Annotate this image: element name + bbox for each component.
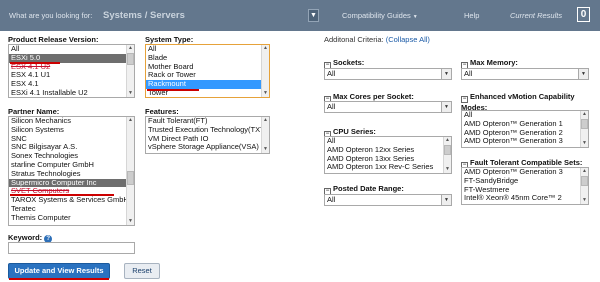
scroll-up-icon[interactable]: ▲ — [262, 45, 269, 52]
scrollbar[interactable]: ▲ ▼ — [261, 117, 269, 153]
product-release-label: Product Release Version: — [8, 35, 99, 44]
scroll-thumb[interactable] — [127, 171, 134, 185]
sockets-value: All — [327, 69, 336, 78]
features-listbox[interactable]: Fault Tolerant(FT) Trusted Execution Tec… — [145, 116, 270, 154]
scrollbar[interactable]: ▲ ▼ — [580, 168, 588, 204]
scroll-down-icon[interactable]: ▼ — [581, 197, 588, 204]
scroll-thumb[interactable] — [127, 53, 134, 65]
scroll-thumb[interactable] — [581, 176, 588, 186]
scroll-up-icon[interactable]: ▲ — [444, 137, 451, 144]
list-item[interactable]: AMD Opteron™ Generation 3 — [462, 137, 588, 146]
cpu-series-listbox[interactable]: All AMD Opteron 12xx Series AMD Opteron … — [324, 136, 452, 174]
scroll-up-icon[interactable]: ▲ — [262, 117, 269, 124]
scrollbar[interactable]: ▲ ▼ — [580, 111, 588, 147]
list-item[interactable]: Silicon Systems — [9, 125, 134, 135]
help-link[interactable]: Help — [464, 11, 479, 20]
evc-modes-header[interactable]: − Enhanced vMotion Capability Modes: — [461, 92, 597, 112]
chevron-down-icon[interactable]: ▼ — [441, 102, 451, 112]
minus-icon[interactable]: − — [461, 96, 468, 103]
scroll-up-icon[interactable]: ▲ — [581, 111, 588, 118]
list-item[interactable]: Themis Computer — [9, 213, 134, 223]
chevron-down-icon: ▼ — [310, 12, 317, 19]
criteria-title-text: Additonal Criteria: — [324, 35, 384, 44]
scroll-down-icon[interactable]: ▼ — [444, 166, 451, 173]
chevron-down-icon[interactable]: ▼ — [441, 195, 451, 205]
chevron-down-icon[interactable]: ▼ — [441, 69, 451, 79]
max-cores-value: All — [327, 102, 336, 111]
list-item[interactable]: Intel® Xeon® 45nm Core™ 2 — [462, 194, 588, 203]
cpu-series-label: CPU Series: — [333, 127, 376, 136]
search-category-value[interactable]: Systems / Servers — [103, 10, 185, 21]
partner-name-label: Partner Name: — [8, 107, 60, 116]
scrollbar[interactable]: ▲ ▼ — [261, 45, 269, 97]
scroll-up-icon[interactable]: ▲ — [127, 117, 134, 124]
posted-date-label: Posted Date Range: — [333, 184, 404, 193]
evc-modes-label: Enhanced vMotion Capability Modes: — [461, 92, 575, 112]
max-memory-value: All — [464, 69, 473, 78]
reset-button[interactable]: Reset — [124, 263, 160, 279]
sockets-label: Sockets: — [333, 58, 365, 67]
features-label: Features: — [145, 107, 179, 116]
collapse-all-link[interactable]: (Collapse All) — [386, 35, 430, 44]
scrollbar[interactable]: ▲ ▼ — [443, 137, 451, 173]
scroll-down-icon[interactable]: ▼ — [127, 218, 134, 225]
chevron-down-icon: ▼ — [412, 14, 418, 20]
evc-modes-listbox[interactable]: All AMD Opteron™ Generation 1 AMD Optero… — [461, 110, 589, 148]
compatibility-guides-label: Compatibility Guides — [342, 11, 411, 20]
chevron-down-icon[interactable]: ▼ — [578, 69, 588, 79]
current-results-label: Current Results — [510, 11, 563, 20]
partner-name-listbox[interactable]: Silicon Mechanics Silicon Systems SNC SN… — [8, 116, 135, 226]
product-release-listbox[interactable]: All ESXi 5.0 ESX 4.1 U2 ESX 4.1 U1 ESX 4… — [8, 44, 135, 98]
max-memory-label: Max Memory: — [470, 58, 518, 67]
annotation-underline — [147, 89, 199, 91]
scroll-down-icon[interactable]: ▼ — [127, 90, 134, 97]
max-cores-select[interactable]: All ▼ — [324, 101, 452, 113]
scroll-up-icon[interactable]: ▲ — [581, 168, 588, 175]
scrollbar[interactable]: ▲ ▼ — [126, 117, 134, 225]
search-prompt: What are you looking for: — [9, 11, 93, 20]
posted-date-select[interactable]: All ▼ — [324, 194, 452, 206]
scroll-up-icon[interactable]: ▲ — [127, 45, 134, 52]
compatibility-guides-link[interactable]: Compatibility Guides ▼ — [342, 11, 418, 20]
scroll-down-icon[interactable]: ▼ — [581, 140, 588, 147]
keyword-input[interactable] — [8, 242, 135, 254]
ft-sets-label: Fault Tolerant Compatible Sets: — [470, 158, 583, 167]
sockets-select[interactable]: All ▼ — [324, 68, 452, 80]
keyword-label-text: Keyword: — [8, 233, 43, 242]
scroll-down-icon[interactable]: ▼ — [262, 90, 269, 97]
annotation-underline — [10, 62, 60, 64]
ft-sets-listbox[interactable]: AMD Opteron™ Generation 3 FT-SandyBridge… — [461, 167, 589, 205]
max-memory-select[interactable]: All ▼ — [461, 68, 589, 80]
annotation-underline — [10, 194, 114, 196]
scroll-thumb[interactable] — [444, 145, 451, 155]
list-item[interactable]: vSphere Storage Appliance(VSA) — [146, 143, 269, 152]
posted-date-value: All — [327, 195, 336, 204]
scroll-down-icon[interactable]: ▼ — [262, 146, 269, 153]
annotation-underline — [9, 278, 109, 280]
top-search-bar: What are you looking for: Systems / Serv… — [0, 0, 600, 31]
scroll-thumb[interactable] — [581, 119, 588, 129]
list-item[interactable]: ESXi 4.1 Installable U2 — [9, 88, 134, 97]
system-type-label: System Type: — [145, 35, 194, 44]
max-cores-label: Max Cores per Socket: — [333, 92, 414, 101]
scrollbar[interactable]: ▲ ▼ — [126, 45, 134, 97]
additional-criteria-title: Additonal Criteria: (Collapse All) — [324, 35, 430, 44]
current-results-count: 0 — [577, 7, 590, 22]
list-item[interactable]: AMD Opteron 1xx Rev-C Series — [325, 163, 451, 172]
update-and-view-results-button[interactable]: Update and View Results — [8, 263, 110, 279]
search-dropdown-button[interactable]: ▼ — [308, 9, 319, 22]
